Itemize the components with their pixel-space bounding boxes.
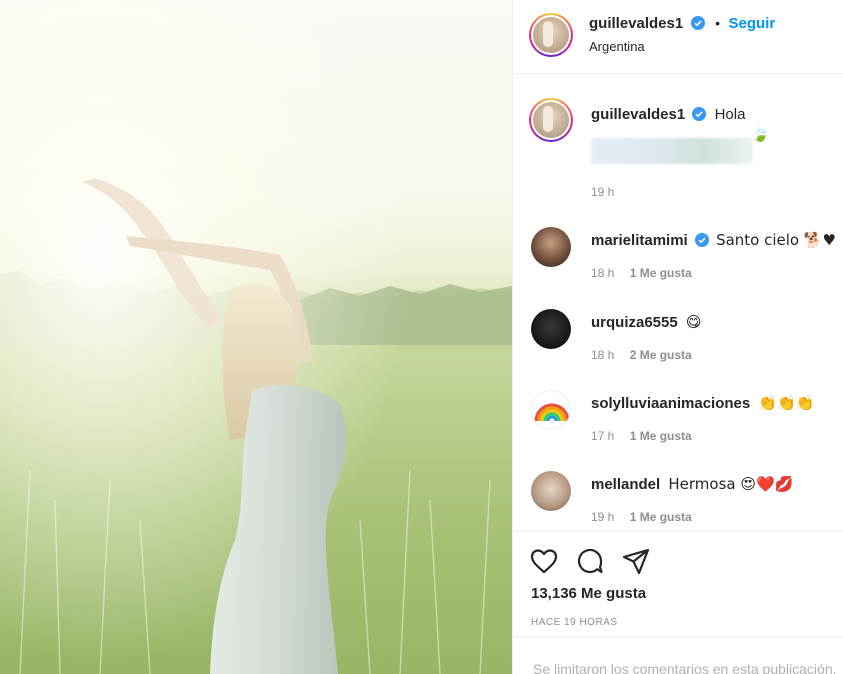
author-avatar[interactable] xyxy=(529,13,573,57)
commenter-avatar[interactable] xyxy=(531,471,571,511)
post-location[interactable]: Argentina xyxy=(589,39,645,54)
comment-likes[interactable]: 1 Me gusta xyxy=(630,429,692,443)
photo-scene xyxy=(0,0,512,674)
comment-text: 👏👏👏 xyxy=(758,394,815,412)
comments-limited-notice: Se limitaron los comentarios en esta pub… xyxy=(533,661,837,674)
comments-list: guillevaldes1 Hola 🍃 19 h marielitamimi xyxy=(513,75,843,530)
post-timestamp[interactable]: HACE 19 HORAS xyxy=(531,617,618,628)
leaf-emoji: 🍃 xyxy=(751,125,770,143)
share-icon[interactable] xyxy=(621,546,651,576)
post-actions: 13,136 Me gusta HACE 19 HORAS Se limitar… xyxy=(513,531,843,674)
caption-text: Hola xyxy=(714,106,746,123)
comment-item: solylluviaanimaciones 👏👏👏 17 h 1 Me gust… xyxy=(513,378,843,458)
likes-count[interactable]: 13,136 Me gusta xyxy=(531,585,646,602)
separator-dot: • xyxy=(715,15,721,31)
comment-text: 😋 xyxy=(685,313,702,331)
comment-username[interactable]: marielitamimi xyxy=(591,232,688,249)
verified-icon xyxy=(692,107,707,121)
verified-icon xyxy=(690,16,705,30)
commenter-avatar[interactable] xyxy=(531,227,571,267)
caption-username[interactable]: guillevaldes1 xyxy=(591,106,685,123)
post-panel: guillevaldes1 • Seguir Argentina guillev… xyxy=(512,0,843,674)
blurred-caption-text xyxy=(591,138,753,164)
comment-username[interactable]: urquiza6555 xyxy=(591,314,678,331)
post-photo[interactable] xyxy=(0,0,512,674)
commenter-avatar[interactable] xyxy=(531,390,571,430)
caption-avatar[interactable] xyxy=(529,98,573,142)
comment-likes[interactable]: 2 Me gusta xyxy=(630,348,692,362)
heart-icon[interactable] xyxy=(529,546,559,576)
comment-text: Hermosa 😍❤️💋 xyxy=(668,475,794,493)
verified-icon xyxy=(694,233,709,247)
comment-username[interactable]: solylluviaanimaciones xyxy=(591,395,750,412)
comment-time[interactable]: 18 h xyxy=(591,266,614,280)
comment-text: Santo cielo 🐕♥ xyxy=(716,231,836,249)
comment-icon[interactable] xyxy=(575,546,605,576)
author-username[interactable]: guillevaldes1 xyxy=(589,15,683,32)
comment-item: marielitamimi Santo cielo 🐕♥ 18 h 1 Me g… xyxy=(513,215,843,295)
comment-likes[interactable]: 1 Me gusta xyxy=(630,510,692,524)
follow-button[interactable]: Seguir xyxy=(728,15,775,32)
comment-time[interactable]: 17 h xyxy=(591,429,614,443)
comment-likes[interactable]: 1 Me gusta xyxy=(630,266,692,280)
commenter-avatar[interactable] xyxy=(531,309,571,349)
comment-item: urquiza6555 😋 18 h 2 Me gusta xyxy=(513,297,843,377)
caption: guillevaldes1 Hola 🍃 19 h xyxy=(513,75,843,210)
rainbow-icon xyxy=(534,403,570,422)
comment-username[interactable]: mellandel xyxy=(591,476,660,493)
comment-time[interactable]: 18 h xyxy=(591,348,614,362)
comment-time[interactable]: 19 h xyxy=(591,510,614,524)
comment-item: mellandel Hermosa 😍❤️💋 19 h 1 Me gusta xyxy=(513,459,843,530)
comment-box: Se limitaron los comentarios en esta pub… xyxy=(513,636,843,674)
post-header: guillevaldes1 • Seguir Argentina xyxy=(513,0,843,74)
caption-time[interactable]: 19 h xyxy=(591,185,614,199)
